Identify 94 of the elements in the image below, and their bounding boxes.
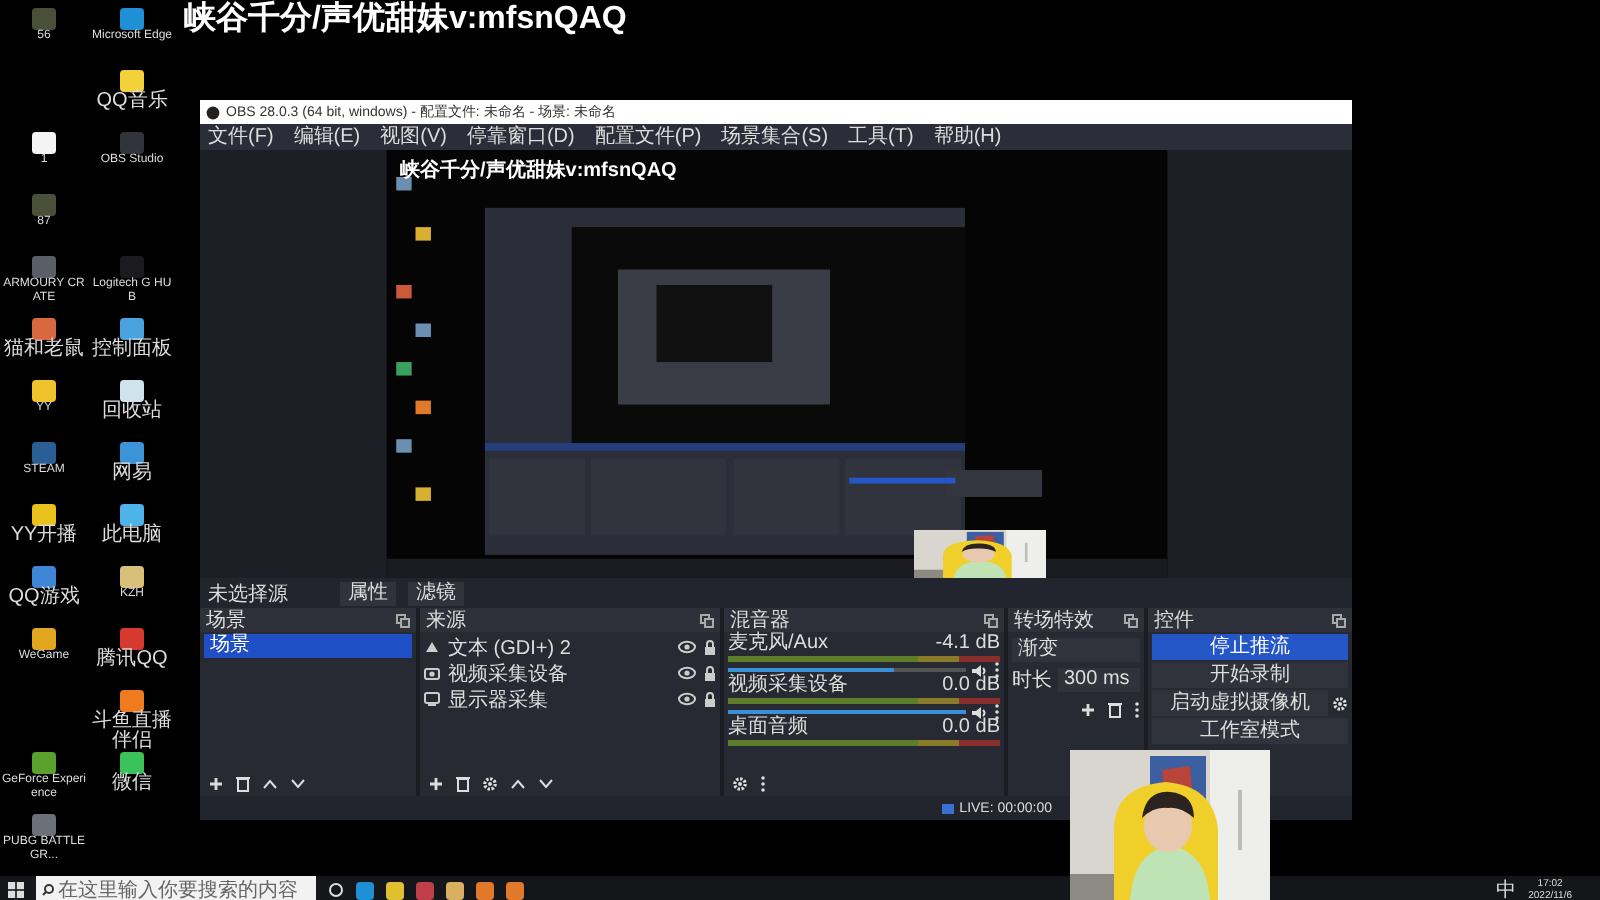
more-icon[interactable] xyxy=(994,704,1000,720)
up-icon[interactable] xyxy=(262,778,278,790)
menu-item[interactable]: 停靠窗口(D) xyxy=(466,125,575,149)
more-icon[interactable] xyxy=(1134,701,1140,717)
channel-name: 视频采集设备 xyxy=(728,676,848,696)
app-icon[interactable] xyxy=(120,628,144,650)
input-method-indicator[interactable]: 中 xyxy=(1496,876,1517,900)
control-button[interactable]: 开始录制 xyxy=(1152,662,1348,688)
undock-icon[interactable] xyxy=(984,613,998,627)
lock-icon[interactable] xyxy=(704,665,716,681)
transition-dropdown[interactable]: 渐变 xyxy=(1012,637,1140,661)
desktop-icon-label[interactable]: QQ游戏 xyxy=(1,588,87,608)
desktop-icon-label[interactable]: 腾讯QQ xyxy=(89,650,175,670)
scene-item[interactable]: 场景 xyxy=(204,634,412,658)
camera-icon xyxy=(424,666,440,680)
undock-icon[interactable] xyxy=(700,613,714,627)
dock-title: 控件 xyxy=(1154,608,1194,634)
desktop-icon-label[interactable]: QQ音乐 xyxy=(89,92,175,112)
app-icon[interactable] xyxy=(32,380,56,402)
menu-item[interactable]: 帮助(H) xyxy=(933,125,1002,149)
dock-title: 场景 xyxy=(206,608,246,633)
app-icon[interactable] xyxy=(32,628,56,650)
add-icon[interactable] xyxy=(1080,701,1096,717)
app-logo-icon xyxy=(206,105,220,119)
trash-icon[interactable] xyxy=(236,776,250,792)
dock-title: 来源 xyxy=(426,608,466,634)
db-reading: 0.0 dB xyxy=(942,676,1000,696)
control-button[interactable]: 停止推流 xyxy=(1152,634,1348,660)
desktop-icon-label[interactable]: 回收站 xyxy=(89,402,175,422)
settings-icon[interactable] xyxy=(1332,695,1348,711)
source-item[interactable]: 视频采集设备 xyxy=(448,659,670,687)
add-icon[interactable] xyxy=(428,776,444,792)
desktop-icon-label[interactable]: 斗鱼直播伴侣 xyxy=(89,712,175,752)
settings-icon[interactable] xyxy=(732,776,748,792)
speaker-icon[interactable] xyxy=(972,705,988,719)
lock-icon[interactable] xyxy=(704,639,716,655)
undock-icon[interactable] xyxy=(396,613,410,627)
eye-icon[interactable] xyxy=(678,666,696,680)
trash-icon[interactable] xyxy=(1108,701,1122,717)
channel-name: 桌面音频 xyxy=(728,718,808,738)
app-icon[interactable] xyxy=(120,380,144,402)
lock-icon[interactable] xyxy=(704,691,716,707)
toolbar-button[interactable]: 滤镜 xyxy=(408,581,464,605)
live-indicator-icon xyxy=(941,803,954,813)
control-button[interactable]: 工作室模式 xyxy=(1152,718,1348,744)
monitor-icon xyxy=(424,692,440,706)
control-button[interactable]: 启动虚拟摄像机 xyxy=(1152,690,1328,716)
app-icon[interactable] xyxy=(120,8,144,30)
app-icon[interactable] xyxy=(32,504,56,526)
more-icon[interactable] xyxy=(760,776,766,792)
channel-name: 麦克风/Aux xyxy=(728,634,829,654)
undock-icon[interactable] xyxy=(1124,613,1138,627)
menu-item[interactable]: 配置文件(P) xyxy=(594,125,702,149)
app-icon[interactable] xyxy=(120,504,144,526)
duration-label: 时长 xyxy=(1012,667,1052,693)
db-reading: -4.1 dB xyxy=(935,634,1000,654)
menu-item[interactable]: 工具(T) xyxy=(848,125,914,149)
dock-title: 混音器 xyxy=(730,608,790,632)
eye-icon[interactable] xyxy=(678,692,696,706)
source-status: 未选择源 xyxy=(208,581,290,607)
up-icon[interactable] xyxy=(510,778,526,790)
source-item[interactable]: 文本 (GDI+) 2 xyxy=(448,633,670,661)
source-item[interactable]: 显示器采集 xyxy=(448,685,670,713)
desktop-icon-label[interactable]: YY开播 xyxy=(1,526,87,546)
overlay-caption: 峡谷千分/声优甜妹v:mfsnQAQ xyxy=(184,2,627,38)
start-icon[interactable] xyxy=(8,882,24,898)
down-icon[interactable] xyxy=(290,778,306,790)
duration-field[interactable]: 300 ms xyxy=(1058,667,1140,691)
dock-title: 转场特效 xyxy=(1014,608,1094,634)
db-reading: 0.0 dB xyxy=(942,718,1000,738)
trash-icon[interactable] xyxy=(456,776,470,792)
menu-item[interactable]: 编辑(E) xyxy=(293,125,361,149)
desktop-icon-label[interactable]: 控制面板 xyxy=(89,340,175,360)
desktop-icon-label[interactable]: 猫和老鼠 xyxy=(1,340,87,360)
desktop-icon-label[interactable]: 微信 xyxy=(89,774,175,794)
settings-icon[interactable] xyxy=(482,776,498,792)
desktop-icon-label[interactable]: 此电脑 xyxy=(89,526,175,546)
desktop-icon-label[interactable]: 网易 xyxy=(89,464,175,484)
down-icon[interactable] xyxy=(538,778,554,790)
more-icon[interactable] xyxy=(994,662,1000,678)
menu-item[interactable]: 场景集合(S) xyxy=(721,125,829,149)
eye-icon[interactable] xyxy=(678,640,696,654)
menu-item[interactable]: 视图(V) xyxy=(380,125,447,149)
preview-caption: 峡谷千分/声优甜妹v:mfsnQAQ xyxy=(400,157,677,184)
app-icon[interactable] xyxy=(120,566,144,588)
speaker-icon[interactable] xyxy=(972,663,988,677)
search-icon xyxy=(42,884,54,896)
text-source-icon xyxy=(424,640,440,654)
add-icon[interactable] xyxy=(208,776,224,792)
toolbar-button[interactable]: 属性 xyxy=(340,581,396,605)
undock-icon[interactable] xyxy=(1332,613,1346,627)
menu-item[interactable]: 文件(F) xyxy=(208,125,274,149)
task-view-icon[interactable] xyxy=(328,882,344,898)
app-icon[interactable] xyxy=(32,132,56,154)
